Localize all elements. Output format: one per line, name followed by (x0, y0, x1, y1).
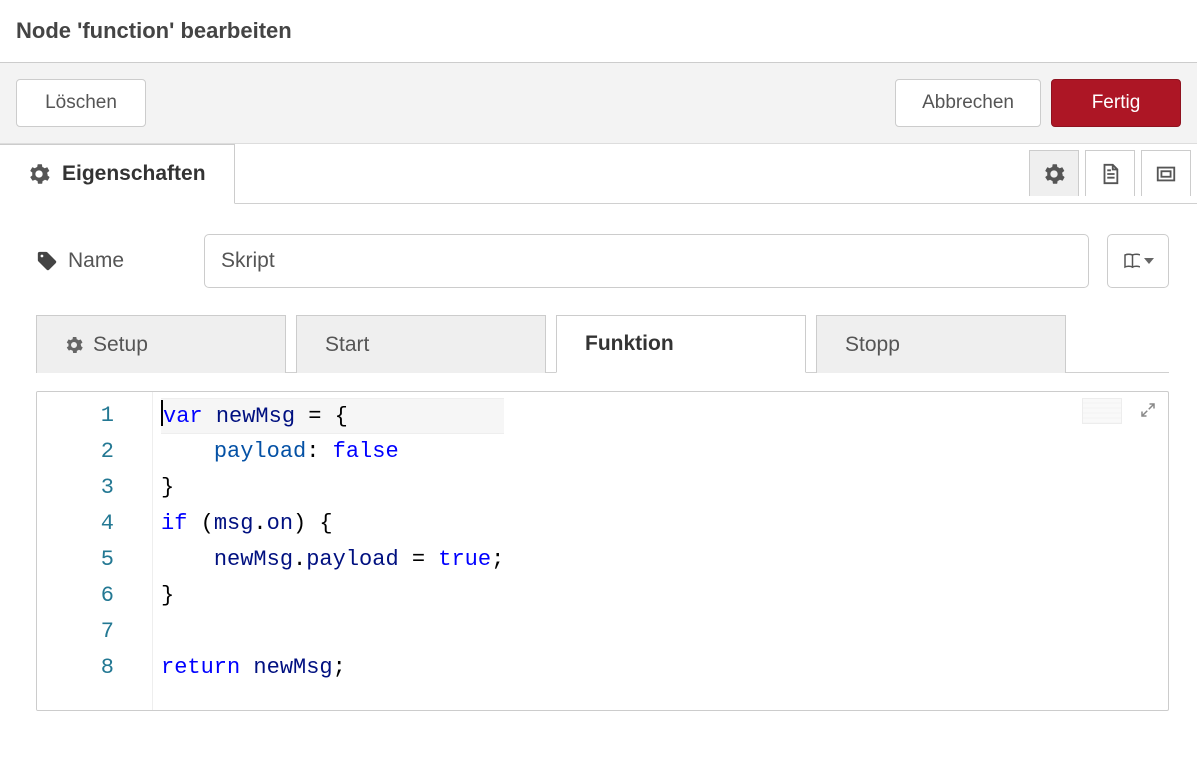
code-line[interactable] (161, 614, 504, 650)
tab-setup-label: Setup (93, 333, 148, 357)
name-row: Name (36, 234, 1169, 288)
line-number: 8 (37, 650, 114, 686)
gear-icon (65, 336, 83, 354)
gear-icon (28, 163, 50, 185)
code-line[interactable]: newMsg.payload = true; (161, 542, 504, 578)
name-label: Name (36, 249, 186, 273)
editor-gutter: 12345678 (37, 392, 153, 710)
tab-appearance-icon[interactable] (1141, 150, 1191, 196)
editor-minimap (1082, 398, 1122, 424)
tab-setup[interactable]: Setup (36, 315, 286, 373)
main-tabstrip: Eigenschaften (0, 144, 1197, 204)
name-lookup-button[interactable] (1107, 234, 1169, 288)
line-number: 5 (37, 542, 114, 578)
editor-corner-controls (1082, 398, 1160, 424)
line-number: 6 (37, 578, 114, 614)
tab-settings-icon[interactable] (1029, 150, 1079, 196)
line-number: 2 (37, 434, 114, 470)
line-number: 4 (37, 506, 114, 542)
tab-description-icon[interactable] (1085, 150, 1135, 196)
tab-properties-label: Eigenschaften (62, 162, 206, 186)
gear-icon (1043, 163, 1065, 185)
tab-stop[interactable]: Stopp (816, 315, 1066, 373)
editor-code[interactable]: var newMsg = { payload: false}if (msg.on… (153, 392, 504, 710)
tab-start[interactable]: Start (296, 315, 546, 373)
tab-function[interactable]: Funktion (556, 315, 806, 373)
function-tabs: Setup Start Funktion Stopp (36, 314, 1169, 373)
delete-button[interactable]: Löschen (16, 79, 146, 127)
dialog-toolbar: Löschen Abbrechen Fertig (0, 63, 1197, 144)
name-label-text: Name (68, 249, 124, 273)
tab-start-label: Start (325, 333, 369, 357)
code-line[interactable]: var newMsg = { (161, 398, 504, 434)
code-line[interactable]: payload: false (161, 434, 504, 470)
code-line[interactable]: } (161, 578, 504, 614)
code-editor[interactable]: 12345678 var newMsg = { payload: false}i… (36, 391, 1169, 711)
tab-properties[interactable]: Eigenschaften (0, 144, 235, 204)
line-number: 3 (37, 470, 114, 506)
chevron-down-icon (1144, 258, 1154, 264)
tag-icon (36, 250, 58, 272)
main-tabs-icon-group (1029, 143, 1197, 203)
tab-function-label: Funktion (585, 332, 674, 356)
dialog-title: Node 'function' bearbeiten (16, 18, 1181, 44)
book-icon (1122, 252, 1140, 270)
dialog-header: Node 'function' bearbeiten (0, 0, 1197, 63)
code-line[interactable]: } (161, 470, 504, 506)
name-input[interactable] (204, 234, 1089, 288)
code-line[interactable]: if (msg.on) { (161, 506, 504, 542)
layout-icon (1155, 163, 1177, 185)
done-button[interactable]: Fertig (1051, 79, 1181, 127)
editor-expand-button[interactable] (1136, 398, 1160, 422)
line-number: 1 (37, 398, 114, 434)
line-number: 7 (37, 614, 114, 650)
cancel-button[interactable]: Abbrechen (895, 79, 1041, 127)
file-text-icon (1099, 163, 1121, 185)
properties-panel: Name Setup Start Funktion Stopp (0, 204, 1197, 721)
code-line[interactable]: return newMsg; (161, 650, 504, 686)
tab-stop-label: Stopp (845, 333, 900, 357)
